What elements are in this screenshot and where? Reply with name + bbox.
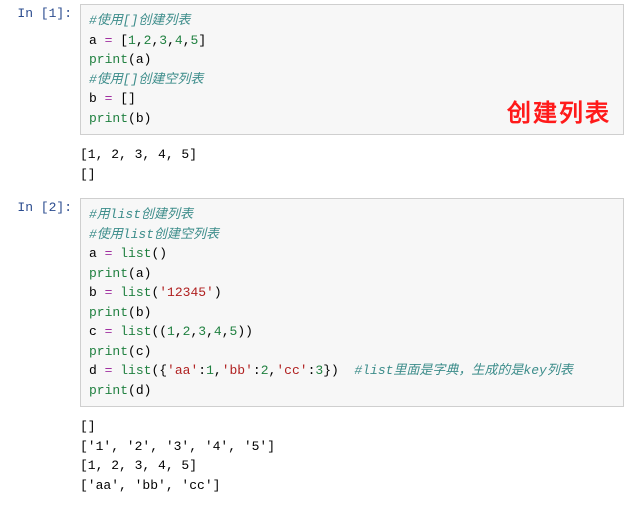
code-punc: ,: [183, 33, 191, 48]
code-paren: (b): [128, 111, 151, 126]
code-punc: ,: [214, 363, 222, 378]
code-punc: :: [198, 363, 206, 378]
code-num: 3: [198, 324, 206, 339]
code-builtin: print: [89, 305, 128, 320]
cell-2-code-area[interactable]: #用list创建列表 #使用list创建空列表 a = list() print…: [80, 198, 624, 407]
cell-1-output: [1, 2, 3, 4, 5] []: [72, 139, 626, 194]
code-paren: }): [323, 363, 339, 378]
code-paren: (a): [128, 266, 151, 281]
code-comment: #使用[]创建空列表: [89, 72, 203, 87]
code-paren: (d): [128, 383, 151, 398]
code-punc: :: [253, 363, 261, 378]
code-op: =: [97, 324, 120, 339]
code-num: 1: [206, 363, 214, 378]
code-num: 4: [214, 324, 222, 339]
code-paren: ({: [151, 363, 167, 378]
code-punc: ,: [136, 33, 144, 48]
code-paren: ): [214, 285, 222, 300]
code-builtin: list: [120, 285, 151, 300]
code-punc: [: [120, 33, 128, 48]
code-str: 'cc': [276, 363, 307, 378]
code-num: 1: [167, 324, 175, 339]
code-punc: ,: [222, 324, 230, 339]
code-str: 'bb': [222, 363, 253, 378]
code-paren: (b): [128, 305, 151, 320]
code-op: =: [97, 91, 120, 106]
code-builtin: print: [89, 266, 128, 281]
code-builtin: print: [89, 344, 128, 359]
code-paren: )): [237, 324, 253, 339]
code-op: =: [97, 363, 120, 378]
code-comment: #list里面是字典，生成的是key列表: [354, 363, 572, 378]
code-builtin: list: [120, 246, 151, 261]
annotation-label: 创建列表: [507, 93, 611, 128]
code-builtin: print: [89, 383, 128, 398]
code-builtin: list: [120, 324, 151, 339]
code-punc: ]: [198, 33, 206, 48]
code-punc: ,: [175, 324, 183, 339]
code-comment: #使用list创建空列表: [89, 227, 219, 242]
code-builtin: list: [120, 363, 151, 378]
code-var: a: [89, 246, 97, 261]
code-num: 1: [128, 33, 136, 48]
code-var: d: [89, 363, 97, 378]
code-punc: ,: [167, 33, 175, 48]
code-str: '12345': [159, 285, 214, 300]
code-op: =: [97, 33, 120, 48]
cell-1-code-area[interactable]: #使用[]创建列表 a = [1,2,3,4,5] print(a) #使用[]…: [80, 4, 624, 135]
code-num: 3: [159, 33, 167, 48]
cell-2-prompt: In [2]:: [0, 194, 80, 215]
notebook-cell-1-input: In [1]: #使用[]创建列表 a = [1,2,3,4,5] print(…: [0, 0, 626, 139]
code-punc: []: [120, 91, 136, 106]
code-paren: (a): [128, 52, 151, 67]
code-space: [339, 363, 355, 378]
code-op: =: [97, 285, 120, 300]
cell-1-prompt: In [1]:: [0, 0, 80, 21]
notebook-cell-1-output: [1, 2, 3, 4, 5] []: [0, 139, 626, 194]
code-paren: ((: [151, 324, 167, 339]
code-comment: #使用[]创建列表: [89, 13, 190, 28]
notebook-cell-2-input: In [2]: #用list创建列表 #使用list创建空列表 a = list…: [0, 194, 626, 411]
cell-2-output: [] ['1', '2', '3', '4', '5'] [1, 2, 3, 4…: [72, 411, 626, 505]
code-var: a: [89, 33, 97, 48]
code-punc: ,: [206, 324, 214, 339]
code-op: =: [97, 246, 120, 261]
code-var: b: [89, 285, 97, 300]
code-paren: (): [151, 246, 167, 261]
code-var: c: [89, 324, 97, 339]
code-builtin: print: [89, 111, 128, 126]
code-paren: (c): [128, 344, 151, 359]
code-num: 4: [175, 33, 183, 48]
code-str: 'aa': [167, 363, 198, 378]
code-comment: #用list创建列表: [89, 207, 193, 222]
code-var: b: [89, 91, 97, 106]
code-num: 2: [261, 363, 269, 378]
code-builtin: print: [89, 52, 128, 67]
notebook-cell-2-output: [] ['1', '2', '3', '4', '5'] [1, 2, 3, 4…: [0, 411, 626, 505]
